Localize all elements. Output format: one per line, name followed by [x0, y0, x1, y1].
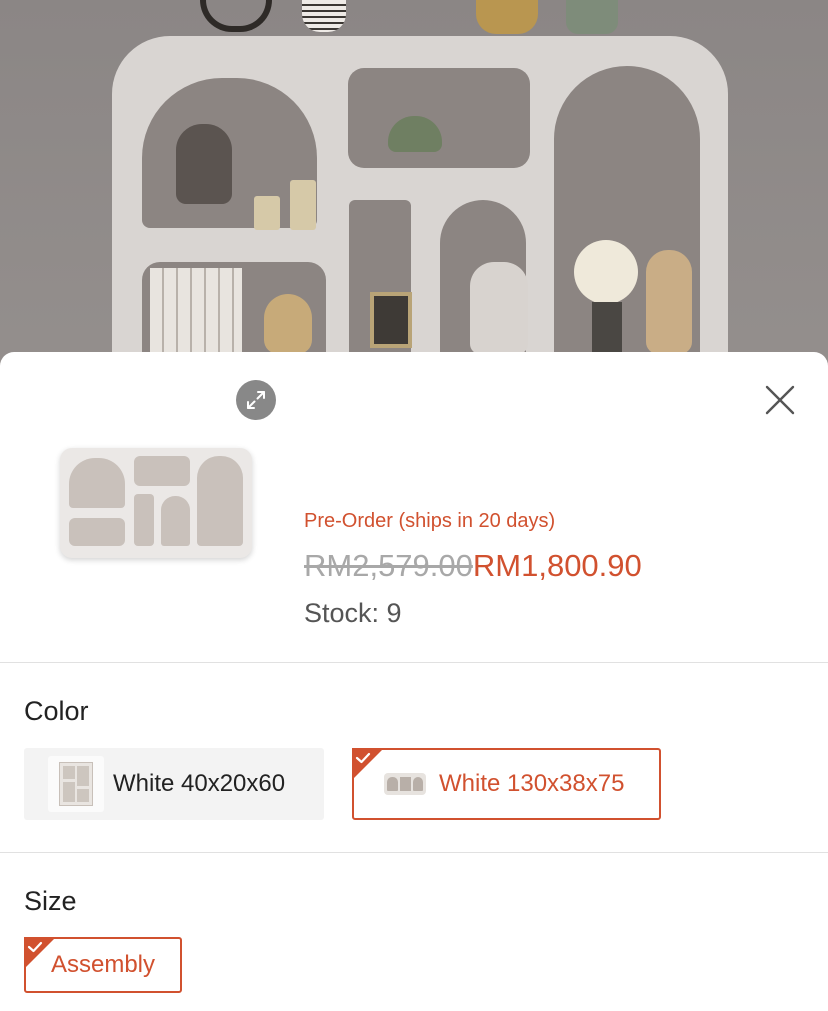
size-option-label: Assembly: [50, 951, 156, 978]
vase: [470, 262, 528, 354]
globe-lamp: [574, 240, 638, 304]
photo-frame: [370, 292, 412, 348]
color-option-white-40x20x60[interactable]: White 40x20x60: [24, 748, 324, 820]
candle: [254, 196, 280, 230]
shelf-niche: [348, 68, 530, 168]
color-section-title: Color: [24, 696, 89, 726]
original-price: RM2,579.00: [304, 548, 473, 583]
divider: [0, 852, 828, 853]
book-stack: [150, 268, 242, 354]
stock-label: Stock:: [304, 598, 387, 628]
color-option-white-130x38x75[interactable]: White 130x38x75: [352, 748, 661, 820]
vase-decoration: [200, 0, 272, 32]
size-section-title: Size: [24, 886, 77, 916]
divider: [0, 662, 828, 663]
product-background-image: [0, 0, 828, 380]
bust-statue: [176, 124, 232, 204]
expand-image-button[interactable]: [236, 380, 276, 420]
price-row: RM2,579.00 RM1,800.90: [304, 548, 642, 584]
candle: [290, 180, 316, 230]
color-option-thumbnail: [384, 773, 426, 795]
vase: [264, 294, 312, 354]
stock-info: Stock: 9: [304, 598, 402, 629]
lamp-base: [592, 302, 622, 354]
close-icon: [765, 385, 795, 415]
color-option-label: White 40x20x60: [113, 770, 286, 797]
selected-check-icon: [24, 937, 56, 969]
close-button[interactable]: [758, 378, 802, 422]
color-option-thumbnail: [48, 756, 104, 812]
stock-value: 9: [386, 598, 402, 628]
product-thumbnail[interactable]: [60, 448, 252, 558]
variation-bottom-sheet: Pre-Order (ships in 20 days) RM2,579.00 …: [0, 352, 828, 1011]
preorder-notice: Pre-Order (ships in 20 days): [304, 510, 556, 532]
sale-price: RM1,800.90: [472, 548, 642, 583]
selected-check-icon: [352, 748, 384, 780]
expand-arrows-icon: [247, 391, 265, 409]
figurine-decoration: [476, 0, 538, 34]
vase-decoration: [302, 0, 346, 32]
vase-decoration: [566, 0, 618, 34]
color-option-label: White 130x38x75: [439, 770, 625, 797]
size-option-assembly[interactable]: Assembly: [24, 937, 182, 993]
vase: [646, 250, 692, 354]
